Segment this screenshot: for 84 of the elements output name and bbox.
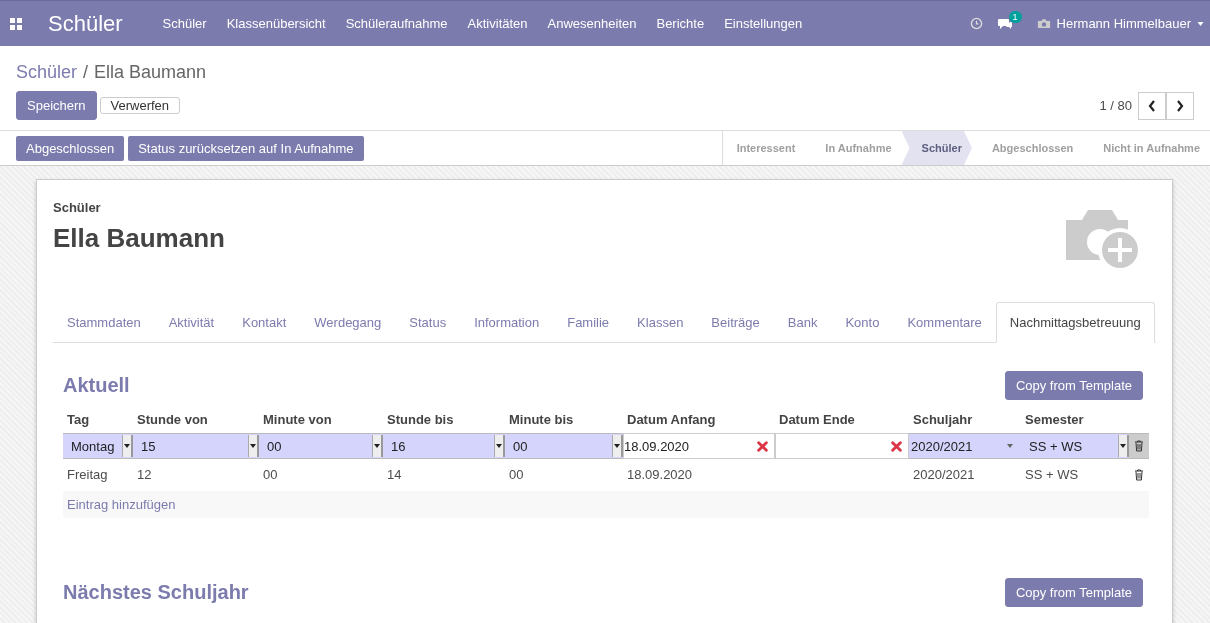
menu-item[interactable]: Berichte [646,16,715,31]
status-stage[interactable]: Schüler [901,131,972,165]
column-header: Datum Anfang [626,411,717,429]
dropdown-icon[interactable] [372,435,383,457]
table-cell: 00 [263,467,278,482]
column-header: Schuljahr [912,411,974,429]
column-header: Stunde von [136,411,209,429]
date-field[interactable] [775,433,909,459]
form-tab[interactable]: Kontakt [228,302,301,343]
app-title: Schüler [48,10,123,37]
form-tab[interactable]: Beiträge [697,302,774,343]
copy-template-button[interactable]: Copy from Template [1004,371,1143,400]
menu-item[interactable]: Anwesenheiten [537,16,647,31]
section-title: Nächstes Schuljahr [63,581,249,604]
form-tab[interactable]: Nachmittagsbetreuung [995,302,1155,343]
dropdown-icon[interactable] [494,435,505,457]
table-cell: Freitag [67,467,108,482]
table-cell: 18.09.2020 [627,467,693,482]
select-field[interactable]: 00 [259,433,383,459]
dropdown-icon[interactable] [122,435,133,457]
apps-menu-icon[interactable] [10,17,22,30]
form-tab[interactable]: Bank [773,302,832,343]
form-tab[interactable]: Konto [831,302,894,343]
column-header: Minute von [262,411,333,429]
section-title: Aktuell [63,374,130,397]
form-tab[interactable]: Werdegang [300,302,396,343]
column-header: Tag [66,411,91,429]
menu-item[interactable]: Einstellungen [714,16,813,31]
form-tab[interactable]: Stammdaten [53,302,155,343]
dropdown-icon[interactable] [612,435,623,457]
table-cell: SS + WS [1025,467,1079,482]
chat-icon[interactable] [996,16,1013,31]
pager-counter: 1 / 80 [1099,98,1132,113]
next-button[interactable] [1166,91,1194,120]
trash-icon[interactable] [1134,440,1144,452]
camera-icon [1036,18,1051,29]
select-field[interactable]: 00 [505,433,623,459]
trash-icon[interactable] [1134,469,1144,481]
status-button[interactable]: Status zurücksetzen auf In Aufnahme [128,135,364,161]
year-field[interactable]: 2020/2021 [909,433,1021,459]
record-name: Ella Baumann [53,223,225,254]
message-count-badge: 1 [1008,10,1022,23]
dropdown-icon[interactable] [248,435,259,457]
form-tab[interactable]: Klassen [623,302,698,343]
select-field[interactable]: 16 [383,433,505,459]
table-cell: 2020/2021 [913,467,975,482]
breadcrumb-current: Ella Baumann [94,62,207,83]
menu-item[interactable]: Aktivitäten [457,16,538,31]
column-header: Semester [1024,411,1085,429]
breadcrumb-separator: / [83,62,89,83]
form-tab[interactable]: Aktivität [154,302,229,343]
table-cell: 12 [137,467,152,482]
select-field[interactable]: 15 [133,433,259,459]
chevron-right-icon [1176,99,1184,112]
column-header: Datum Ende [778,411,856,429]
copy-template-button[interactable]: Copy from Template [1004,578,1143,607]
user-menu[interactable]: Hermann Himmelbauer [1056,16,1191,31]
menu-item[interactable]: Schüleraufnahme [335,16,458,31]
select-field[interactable]: Montag [63,433,133,459]
dropdown-icon[interactable] [1118,435,1129,457]
caret-icon[interactable] [1197,21,1204,26]
record-type-label: Schüler [53,200,102,215]
form-tab[interactable]: Information [460,302,554,343]
menu-item[interactable]: Klassenübersicht [216,16,336,31]
discard-button[interactable]: Verwerfen [99,97,181,114]
column-header: Stunde bis [386,411,455,429]
form-tab[interactable]: Status [395,302,461,343]
menu-item[interactable]: Schüler [152,16,217,31]
status-button[interactable]: Abgeschlossen [16,135,125,161]
clear-icon[interactable] [757,440,768,452]
column-header: Minute bis [508,411,575,429]
table-cell: 14 [387,467,402,482]
table-cell: 00 [509,467,524,482]
clear-icon[interactable] [891,440,902,452]
chevron-left-icon [1148,99,1156,112]
previous-button[interactable] [1138,91,1166,120]
clock-icon[interactable] [969,17,983,30]
form-tab[interactable]: Kommentare [893,302,996,343]
select-field[interactable]: SS + WS [1021,433,1129,459]
date-field[interactable]: 18.09.2020 [623,433,775,459]
add-entry-link[interactable]: Eintrag hinzufügen [67,497,176,512]
form-tab[interactable]: Familie [553,302,624,343]
breadcrumb-link[interactable]: Schüler [16,62,78,83]
save-button[interactable]: Speichern [16,91,97,120]
